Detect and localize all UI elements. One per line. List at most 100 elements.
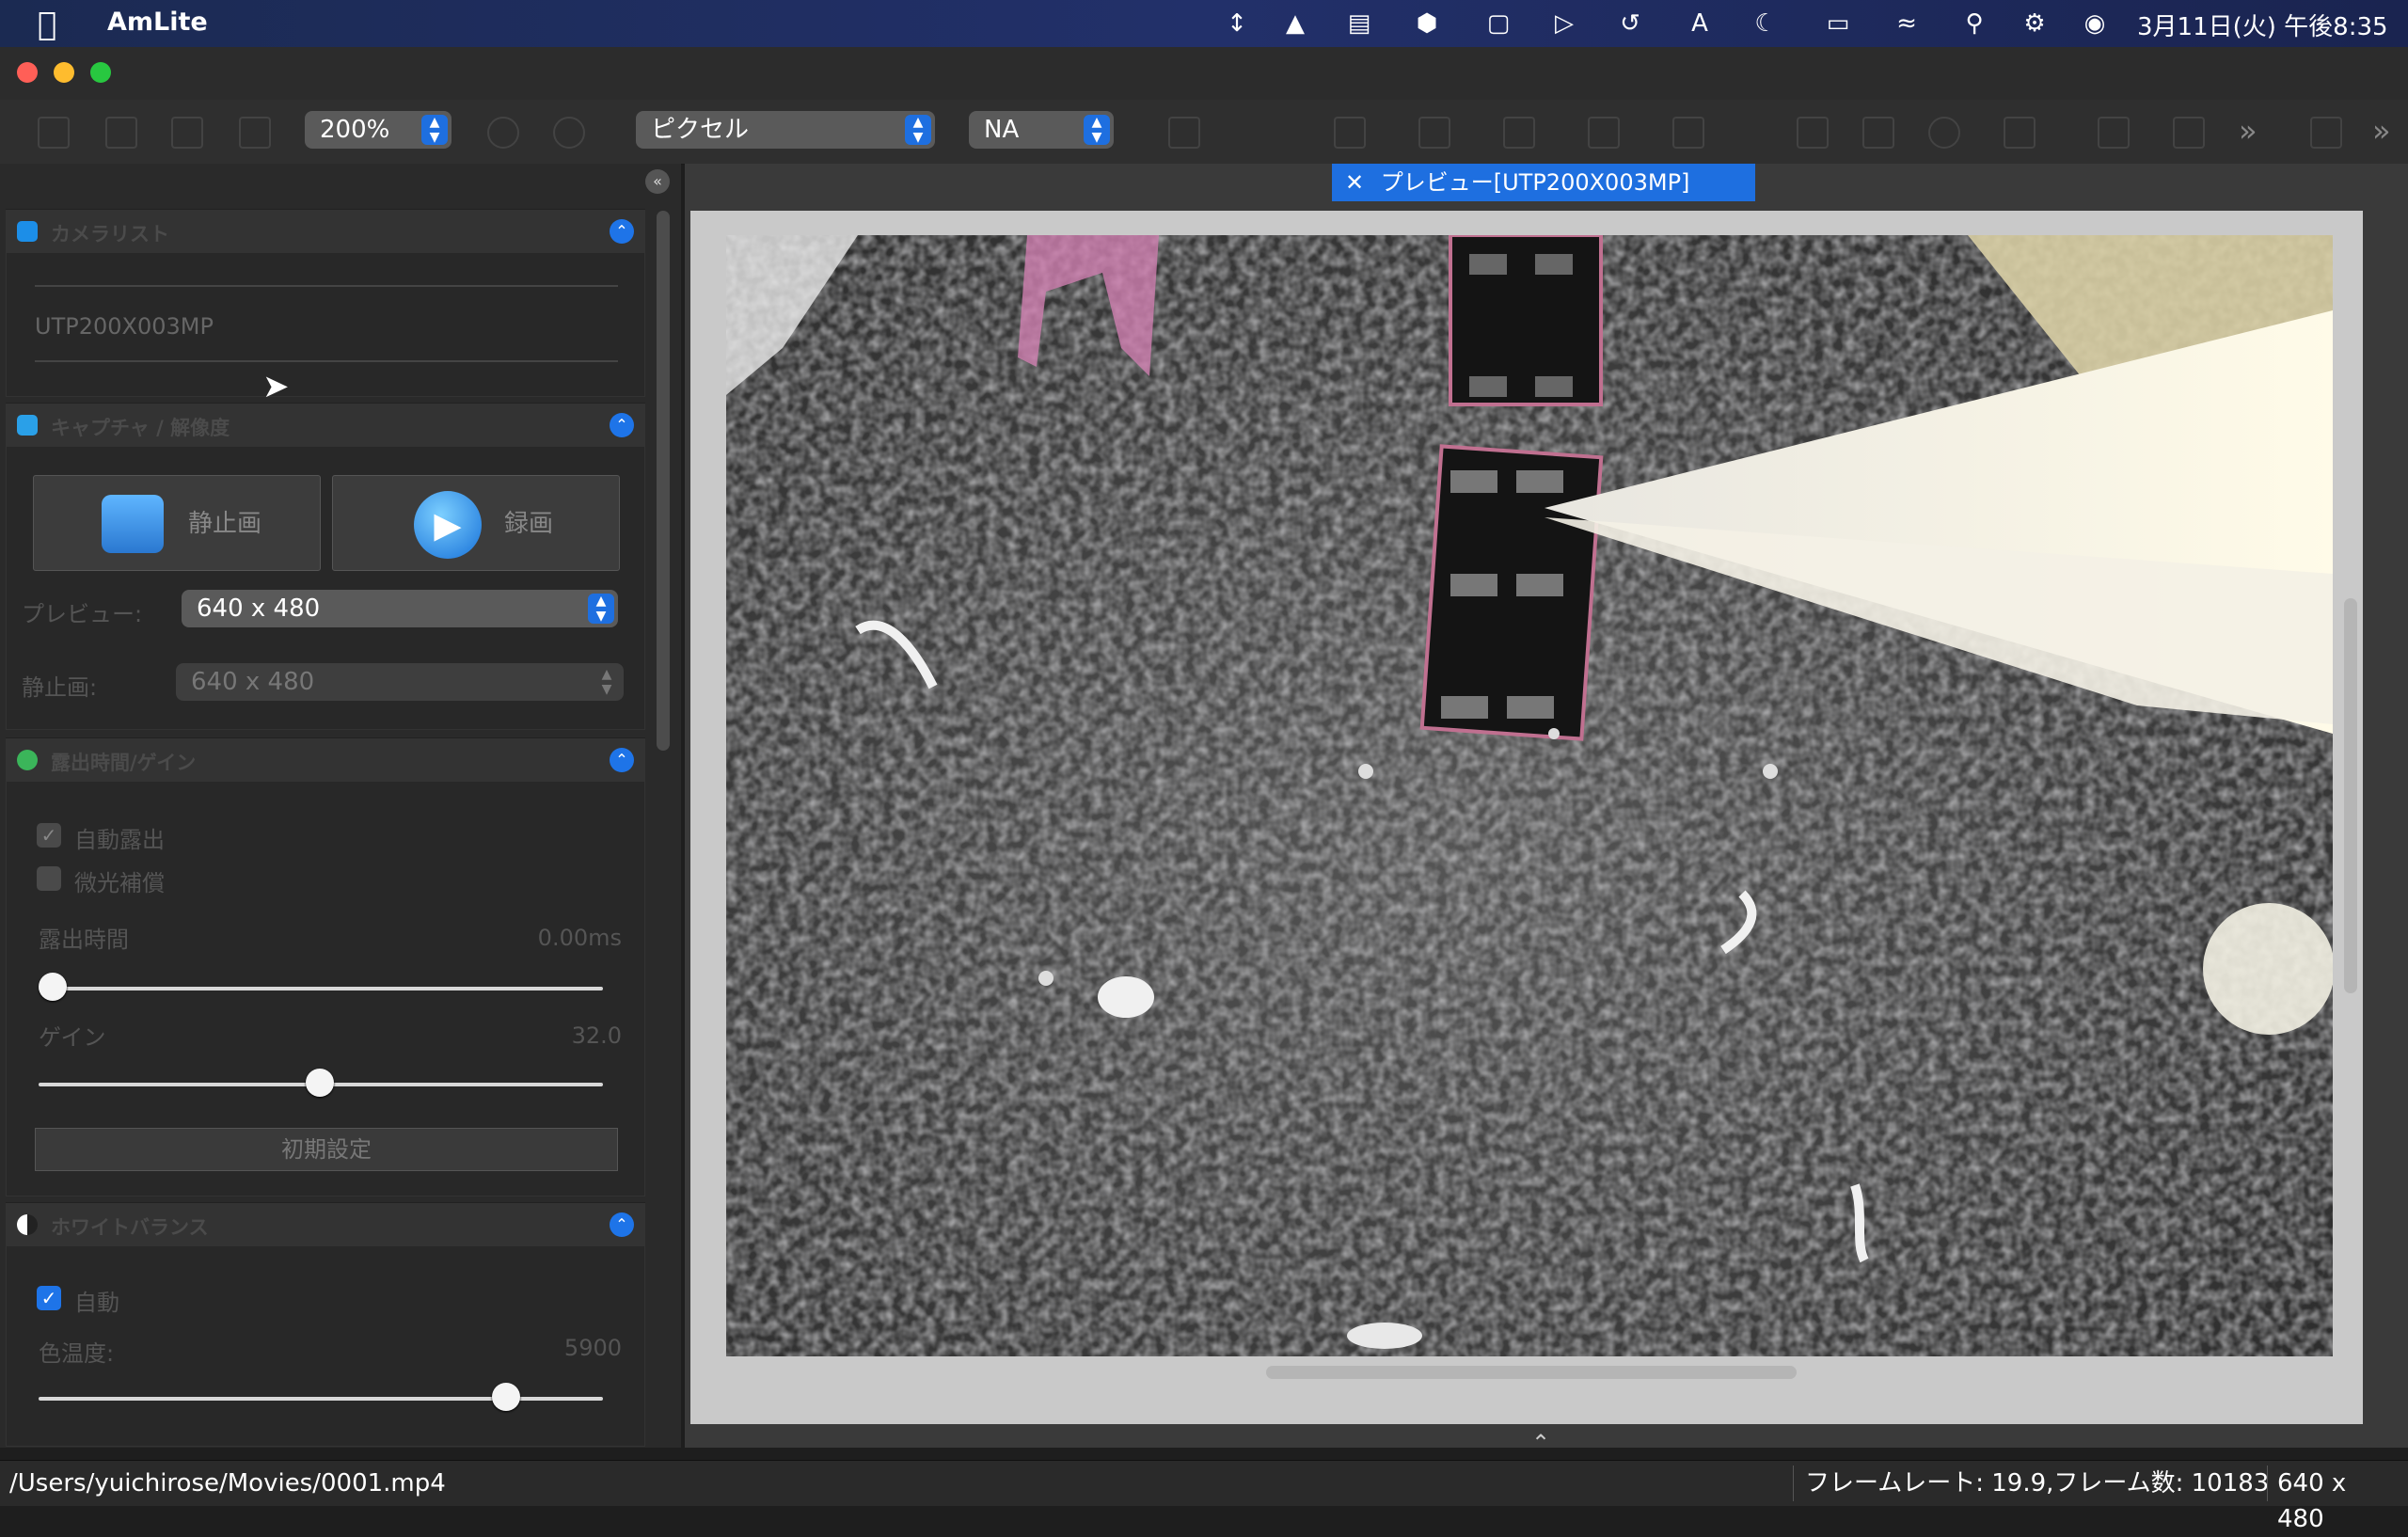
close-window-button[interactable] xyxy=(17,62,38,83)
unit-value: ピクセル xyxy=(651,116,750,144)
layout-icon[interactable] xyxy=(2310,117,2342,149)
auto-exposure-label: 自動露出 xyxy=(74,827,165,853)
polyline-tool-icon[interactable] xyxy=(1503,117,1535,149)
overflow-chevron-icon-2[interactable]: » xyxy=(2372,113,2391,149)
exposure-slider[interactable] xyxy=(39,987,603,990)
still-resolution-select[interactable]: 640 x 480 ▲ ▼ xyxy=(176,663,624,701)
expand-panel-chevron-icon[interactable]: ⌃ xyxy=(1531,1430,1550,1456)
camera-list-item[interactable]: UTP200X003MP xyxy=(35,313,214,340)
gain-label: ゲイン xyxy=(39,1024,106,1051)
zoom-select[interactable]: 200% ▲ ▼ xyxy=(305,111,452,149)
open-icon[interactable] xyxy=(38,117,70,149)
angle-tool-icon[interactable] xyxy=(1334,117,1366,149)
text-input-icon[interactable]: A xyxy=(1686,9,1714,38)
status-file-path: /Users/yuichirose/Movies/0001.mp4 xyxy=(9,1469,446,1497)
arc-tool-icon[interactable] xyxy=(1672,117,1704,149)
info-icon[interactable] xyxy=(553,117,585,149)
preview-resolution-value: 640 x 480 xyxy=(197,594,321,623)
panel-title: キャプチャ / 解像度 xyxy=(51,417,230,439)
still-capture-button[interactable]: 静止画 xyxy=(33,475,321,571)
settings-icon[interactable] xyxy=(487,117,519,149)
exposure-time-value: 0.00ms xyxy=(537,925,622,951)
polygon-tool-icon[interactable] xyxy=(2004,117,2036,149)
still-resolution-value: 640 x 480 xyxy=(191,668,315,696)
clock[interactable]: 3月11日(火) 午後8:35 xyxy=(2137,8,2388,42)
rectangle-tool-icon[interactable] xyxy=(1862,117,1894,149)
apple-icon[interactable]:  xyxy=(38,6,56,43)
line-tool-icon[interactable] xyxy=(1418,117,1450,149)
updown-chevron-icon: ▲ ▼ xyxy=(421,115,448,145)
control-center-icon[interactable]: ⚙ xyxy=(2020,9,2049,38)
tab-title: プレビュー[UTP200X003MP] xyxy=(1380,169,1690,196)
preview-resolution-label: プレビュー: xyxy=(22,601,143,627)
close-tab-icon[interactable]: ✕ xyxy=(1345,169,1364,196)
collapse-icon[interactable]: ⌃ xyxy=(610,1212,634,1237)
window-title-bar xyxy=(0,47,2408,100)
ellipse-tool-icon[interactable] xyxy=(1928,117,1960,149)
auto-white-balance-checkbox[interactable]: ✓ xyxy=(37,1286,61,1310)
exposure-header[interactable]: 露出時間/ゲイン ⌃ xyxy=(6,737,645,782)
white-balance-body: ✓ 自動 色温度: 5900 xyxy=(6,1245,645,1447)
print-icon[interactable] xyxy=(239,117,271,149)
drive-icon[interactable]: ▲ xyxy=(1281,9,1309,38)
color-temperature-value: 5900 xyxy=(563,1335,622,1361)
low-light-checkbox[interactable] xyxy=(37,866,61,891)
contrast-icon xyxy=(17,1214,38,1235)
vertical-scrollbar[interactable] xyxy=(2344,598,2357,993)
camera-list-header[interactable]: カメラリスト ⌃ xyxy=(6,209,645,253)
text-tool-icon[interactable] xyxy=(2098,117,2130,149)
globe-icon xyxy=(17,750,38,770)
circle-tool-icon[interactable] xyxy=(1797,117,1829,149)
low-light-label: 微光補償 xyxy=(74,870,165,896)
siri-icon[interactable]: ◉ xyxy=(2081,9,2109,38)
wifi-icon[interactable]: ≈ xyxy=(1893,9,1921,38)
white-balance-header[interactable]: ホワイトバランス ⌃ xyxy=(6,1202,645,1246)
calibration-select[interactable]: NA ▲ ▼ xyxy=(969,111,1114,149)
parallel-tool-icon[interactable] xyxy=(1588,117,1620,149)
menu-bar:  AmLite ↕ ▲ ▤ ⬢ ▢ ▷ ↺ A ☾ ▭ ≈ ⚲ ⚙ ◉ 3月1… xyxy=(0,0,2408,47)
camera-preview-image[interactable] xyxy=(726,235,2333,1356)
clipboard-icon[interactable]: ▤ xyxy=(1345,9,1373,38)
history-icon[interactable]: ↺ xyxy=(1616,9,1644,38)
collapse-icon[interactable]: ⌃ xyxy=(610,413,634,437)
zoom-window-button[interactable] xyxy=(90,62,111,83)
reset-button[interactable]: 初期設定 xyxy=(35,1128,618,1171)
calibration-value: NA xyxy=(984,116,1020,144)
exposure-body: ✓ 自動露出 微光補償 露出時間 0.00ms ゲイン 32.0 初期設定 xyxy=(6,781,645,1196)
app-menu[interactable]: AmLite xyxy=(107,8,208,37)
collapse-icon[interactable]: ⌃ xyxy=(610,219,634,244)
preview-resolution-select[interactable]: 640 x 480 ▲ ▼ xyxy=(182,590,618,627)
minimize-window-button[interactable] xyxy=(54,62,74,83)
square-icon[interactable]: ▢ xyxy=(1484,9,1513,38)
search-icon[interactable]: ⚲ xyxy=(1960,9,1988,38)
updown-chevron-icon: ▲ ▼ xyxy=(1084,115,1110,145)
eraser-tool-icon[interactable] xyxy=(2173,117,2205,149)
overflow-chevron-icon[interactable]: » xyxy=(2239,113,2258,149)
updown-chevron-icon: ▲ ▼ xyxy=(905,115,931,145)
moon-icon[interactable]: ☾ xyxy=(1751,9,1780,38)
color-temperature-slider-knob[interactable] xyxy=(492,1383,520,1411)
save-icon[interactable] xyxy=(105,117,137,149)
tab-preview[interactable]: ✕ プレビュー[UTP200X003MP] xyxy=(1332,164,1755,201)
arrows-vertical-icon[interactable]: ↕ xyxy=(1223,9,1251,38)
export-icon[interactable] xyxy=(171,117,203,149)
collapse-sidebar-icon[interactable]: « xyxy=(645,169,670,194)
unit-select[interactable]: ピクセル ▲ ▼ xyxy=(636,111,935,149)
record-button[interactable]: ▶ 録画 xyxy=(332,475,620,571)
zoom-value: 200% xyxy=(320,116,390,144)
exposure-slider-knob[interactable] xyxy=(39,973,67,1001)
battery-icon[interactable]: ▭ xyxy=(1815,9,1861,38)
collapse-icon[interactable]: ⌃ xyxy=(610,748,634,772)
horizontal-scrollbar[interactable] xyxy=(1266,1366,1797,1379)
status-frame-rate: フレームレート: 19.9,フレーム数: 10183 xyxy=(1793,1466,2280,1501)
capture-header[interactable]: キャプチャ / 解像度 ⌃ xyxy=(6,403,645,447)
camera-icon xyxy=(17,415,38,436)
updown-chevron-icon: ▲ ▼ xyxy=(588,594,614,624)
pointer-tool-icon[interactable] xyxy=(1168,117,1200,149)
cube-icon[interactable]: ⬢ xyxy=(1413,9,1441,38)
play-circle-icon[interactable]: ▷ xyxy=(1550,9,1578,38)
panel-title: ホワイトバランス xyxy=(51,1216,209,1239)
gain-slider-knob[interactable] xyxy=(306,1069,334,1097)
auto-exposure-checkbox[interactable]: ✓ xyxy=(37,823,61,848)
sidebar-scrollbar[interactable] xyxy=(657,211,670,751)
